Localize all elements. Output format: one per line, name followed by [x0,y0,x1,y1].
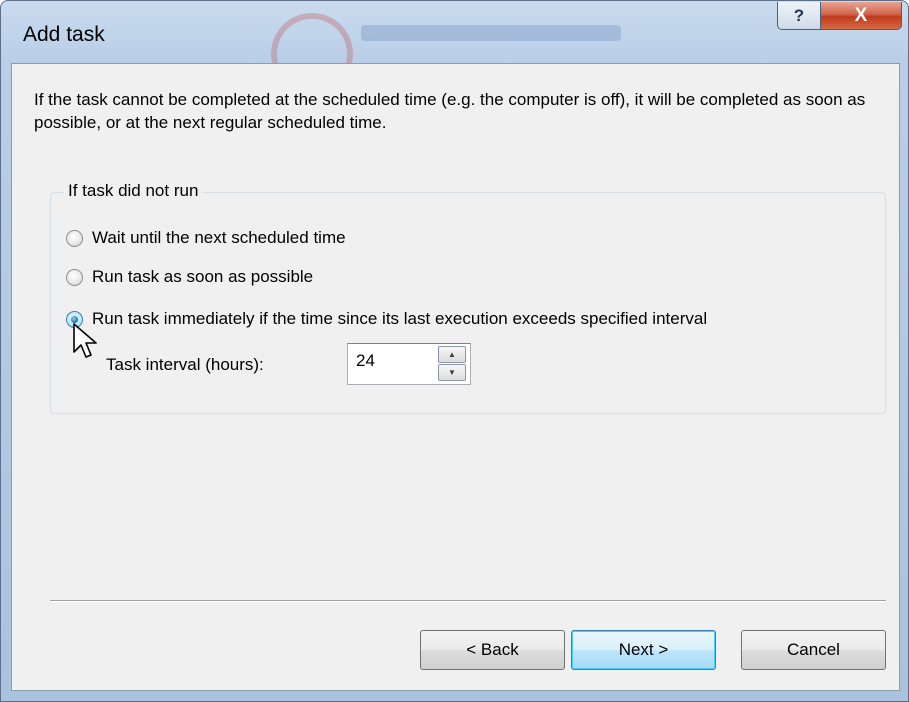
arrow-up-icon: ▲ [448,350,456,359]
spin-up-button[interactable]: ▲ [438,346,466,363]
radio-button-icon[interactable] [66,229,83,247]
task-interval-value[interactable]: 24 [356,351,375,371]
spin-down-button[interactable]: ▼ [438,364,466,381]
task-interval-label: Task interval (hours): [106,355,264,374]
radio-label: Run task as soon as possible [92,267,314,286]
window-title: Add task [23,23,105,46]
help-button[interactable]: ? [777,2,821,30]
radio-wait-next[interactable]: Wait until the next scheduled time [66,228,346,248]
help-icon: ? [793,5,805,25]
ghost-title-bar [361,25,621,41]
background-window-ghost [261,5,681,95]
close-button[interactable]: X [820,2,902,30]
radio-label: Wait until the next scheduled time [92,228,346,247]
radio-button-icon[interactable] [66,268,83,286]
dialog-client-area: If the task cannot be completed at the s… [11,63,900,691]
radio-run-if-interval[interactable]: Run task immediately if the time since i… [66,309,707,329]
footer-separator [50,600,886,602]
dialog-window: Add task ? X If the task cannot be compl… [0,0,909,702]
cancel-button[interactable]: Cancel [741,630,886,670]
back-button[interactable]: < Back [420,630,565,670]
title-bar[interactable]: Add task ? X [1,1,908,95]
groupbox-label: If task did not run [64,181,203,201]
next-button[interactable]: Next > [571,630,716,670]
spin-buttons: ▲ ▼ [438,346,468,382]
arrow-down-icon: ▼ [448,368,456,377]
radio-run-asap[interactable]: Run task as soon as possible [66,267,313,287]
close-icon: X [854,4,868,26]
intro-text: If the task cannot be completed at the s… [34,90,866,132]
radio-label: Run task immediately if the time since i… [92,309,708,328]
task-interval-spinbox[interactable]: 24 ▲ ▼ [347,343,471,385]
mouse-cursor-icon [73,323,97,358]
